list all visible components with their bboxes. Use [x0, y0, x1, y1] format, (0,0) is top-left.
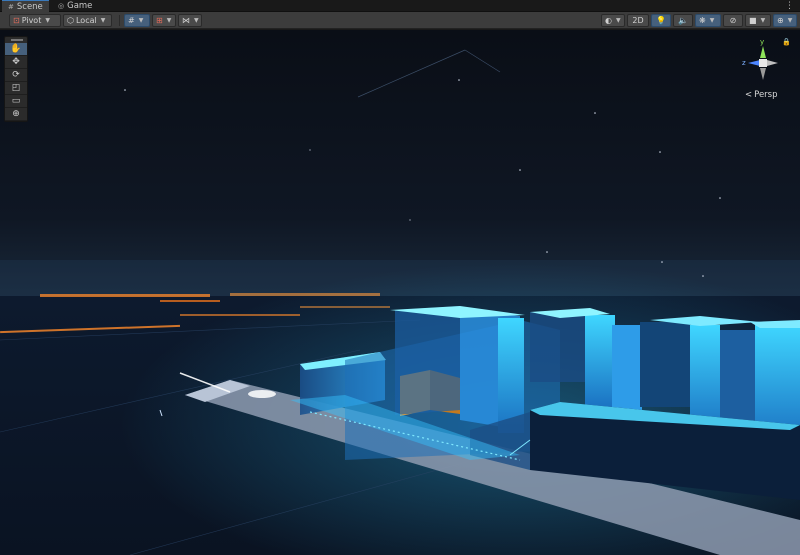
chevron-down-icon: ▼	[709, 17, 715, 24]
chevron-down-icon: ▼	[100, 17, 106, 24]
local-dropdown[interactable]: ⬡ Local ▼	[63, 14, 112, 27]
tab-game-label: Game	[67, 1, 93, 11]
shading-sphere-icon: ◐	[605, 16, 612, 25]
kebab-menu-icon[interactable]: ⋮	[785, 0, 794, 12]
move-icon: ✥	[12, 57, 20, 67]
grid-snap-icon: #	[128, 16, 135, 25]
projection-toggle[interactable]: < Persp	[745, 90, 778, 100]
tab-bar: # Scene ◎ Game ⋮	[0, 0, 800, 12]
rotate-icon: ⟳	[12, 70, 20, 80]
scene-viewport[interactable]: ✋ ✥ ⟳ ◰ ▭ ⊕ y z 🔒 < Persp	[0, 30, 800, 555]
chevron-down-icon: ▼	[194, 17, 199, 24]
align-snap-button[interactable]: ⋈ ▼	[178, 14, 202, 27]
tab-game[interactable]: ◎ Game	[52, 0, 98, 12]
neg-y-axis-cone[interactable]	[760, 68, 766, 80]
gizmos-dropdown[interactable]: ⊕ ▼	[773, 14, 797, 27]
effects-dropdown[interactable]: ❋ ▼	[695, 14, 721, 27]
tab-scene[interactable]: # Scene	[2, 0, 49, 12]
eye-slash-icon: ⊘	[729, 16, 737, 25]
pivot-label: Pivot	[21, 16, 42, 25]
scale-icon: ◰	[11, 83, 21, 93]
camera-settings-dropdown[interactable]: ■ ▼	[745, 14, 771, 27]
hidden-objects-toggle[interactable]: ⊘	[723, 14, 743, 27]
chevron-down-icon: ▼	[787, 17, 793, 24]
rotate-tool-button[interactable]: ⟳	[5, 69, 27, 82]
align-icon: ⋈	[182, 16, 190, 25]
snap-increment-icon: ⊞	[156, 16, 163, 25]
transform-icon: ⊕	[12, 109, 20, 119]
y-axis-cone[interactable]	[760, 46, 766, 58]
pivot-icon: ⊡	[13, 16, 20, 25]
local-label: Local	[75, 16, 97, 25]
chevron-down-icon: ▼	[45, 17, 50, 24]
draw-mode-dropdown[interactable]: ◐ ▼	[601, 14, 625, 27]
grid-snap-button[interactable]: # ▼	[124, 14, 150, 27]
x-axis-cone[interactable]	[767, 60, 778, 66]
grid-icon: #	[8, 2, 14, 11]
divider	[119, 15, 120, 26]
hand-icon: ✋	[10, 44, 22, 54]
gizmo-y-label: y	[760, 38, 764, 46]
transform-tool-button[interactable]: ⊕	[5, 108, 27, 121]
lighting-toggle[interactable]: 💡	[651, 14, 671, 27]
scene-render	[0, 30, 800, 555]
z-axis-cone[interactable]	[748, 60, 760, 66]
gizmo-z-label: z	[742, 59, 746, 67]
speaker-icon: 🔈	[678, 16, 688, 25]
rect-tool-button[interactable]: ▭	[5, 95, 27, 108]
increment-snap-button[interactable]: ⊞ ▼	[152, 14, 176, 27]
effects-icon: ❋	[699, 16, 706, 25]
lock-icon[interactable]: 🔒	[782, 38, 790, 46]
hand-tool-button[interactable]: ✋	[5, 43, 27, 56]
camera-icon: ■	[749, 16, 757, 25]
gizmo-center-cube[interactable]	[759, 59, 767, 67]
scale-tool-button[interactable]: ◰	[5, 82, 27, 95]
projection-label: Persp	[754, 90, 778, 100]
tools-panel: ✋ ✥ ⟳ ◰ ▭ ⊕	[4, 36, 28, 122]
rect-icon: ▭	[11, 96, 21, 106]
audio-toggle[interactable]: 🔈	[673, 14, 693, 27]
pivot-dropdown[interactable]: ⊡ Pivot ▼	[9, 14, 61, 27]
scene-toolbar: ⊡ Pivot ▼ ⬡ Local ▼ # ▼ ⊞ ▼ ⋈ ▼ ◐ ▼ 2D 💡…	[0, 12, 800, 29]
orientation-gizmo[interactable]: y z 🔒	[740, 36, 790, 88]
tab-scene-label: Scene	[16, 1, 43, 12]
drag-handle[interactable]	[11, 39, 23, 41]
gamepad-icon: ◎	[58, 2, 65, 10]
2d-label: 2D	[632, 16, 644, 25]
chevron-down-icon: ▼	[760, 17, 766, 24]
chevron-down-icon: ▼	[138, 17, 144, 24]
move-tool-button[interactable]: ✥	[5, 56, 27, 69]
chevron-left-icon: <	[745, 90, 753, 100]
chevron-down-icon: ▼	[615, 17, 621, 24]
chevron-down-icon: ▼	[166, 17, 172, 24]
globe-icon: ⊕	[777, 16, 784, 25]
lightbulb-icon: 💡	[656, 16, 666, 25]
2d-toggle[interactable]: 2D	[627, 14, 649, 27]
cube-icon: ⬡	[67, 16, 74, 25]
